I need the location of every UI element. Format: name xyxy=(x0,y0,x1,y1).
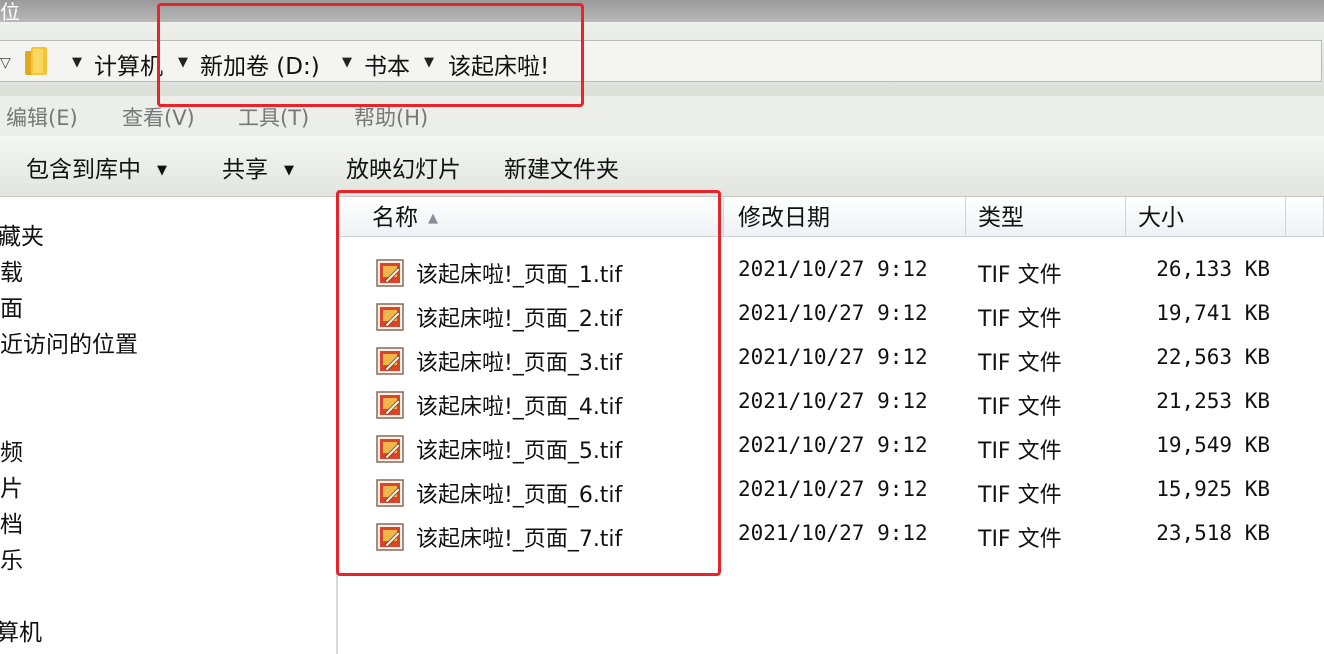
back-dropdown-icon[interactable]: ▽ xyxy=(0,55,11,71)
file-type: TIF 文件 xyxy=(978,351,1062,376)
nav-item-recent-places[interactable]: 近访问的位置 xyxy=(0,325,138,359)
command-bar: 包含到库中 ▼ 共享 ▼ 放映幻灯片 新建文件夹 xyxy=(0,136,1324,197)
file-size: 21,253 KB xyxy=(1156,389,1270,413)
breadcrumb-computer[interactable]: 计算机 xyxy=(94,47,163,81)
file-type: TIF 文件 xyxy=(978,263,1062,288)
share-button[interactable]: 共享 ▼ xyxy=(222,150,294,184)
file-type: TIF 文件 xyxy=(978,395,1062,420)
file-type: TIF 文件 xyxy=(978,527,1062,552)
file-modified: 2021/10/27 9:12 xyxy=(738,477,928,501)
file-modified: 2021/10/27 9:12 xyxy=(738,433,928,457)
file-size: 23,518 KB xyxy=(1156,521,1270,545)
include-in-library-label: 包含到库中 xyxy=(26,157,141,183)
include-in-library-button[interactable]: 包含到库中 ▼ xyxy=(26,150,167,184)
nav-item-music[interactable]: 乐 xyxy=(0,541,23,575)
file-type: TIF 文件 xyxy=(978,307,1062,332)
file-size: 15,925 KB xyxy=(1156,477,1270,501)
file-type: TIF 文件 xyxy=(978,439,1062,464)
file-modified: 2021/10/27 9:12 xyxy=(738,521,928,545)
folder-icon xyxy=(22,45,54,81)
dropdown-arrow-icon: ▼ xyxy=(284,163,294,178)
column-header-filler xyxy=(1286,197,1324,237)
share-label: 共享 xyxy=(222,157,268,183)
column-header-type[interactable]: 类型 xyxy=(966,197,1126,237)
nav-item-videos[interactable]: 频 xyxy=(0,433,23,467)
navigation-pane: 藏夹 载 面 近访问的位置 频 片 档 乐 算机 xyxy=(0,197,338,654)
file-size: 19,741 KB xyxy=(1156,301,1270,325)
column-header-size[interactable]: 大小 xyxy=(1126,197,1286,237)
file-type: TIF 文件 xyxy=(978,483,1062,508)
nav-item-desktop[interactable]: 面 xyxy=(0,289,23,323)
menu-edit[interactable]: 编辑(E) xyxy=(6,102,78,132)
highlight-box-files xyxy=(336,190,721,576)
file-size: 19,549 KB xyxy=(1156,433,1270,457)
column-header-modified[interactable]: 修改日期 xyxy=(724,197,966,237)
slideshow-button[interactable]: 放映幻灯片 xyxy=(346,150,461,184)
breadcrumb-separator-icon[interactable]: ▼ xyxy=(72,55,82,70)
nav-item-favorites[interactable]: 藏夹 xyxy=(0,217,44,251)
highlight-box-address xyxy=(157,3,584,107)
file-size: 26,133 KB xyxy=(1156,257,1270,281)
file-modified: 2021/10/27 9:12 xyxy=(738,345,928,369)
nav-item-computer[interactable]: 算机 xyxy=(0,613,42,647)
nav-item-downloads[interactable]: 载 xyxy=(0,253,23,287)
file-size: 22,563 KB xyxy=(1156,345,1270,369)
file-modified: 2021/10/27 9:12 xyxy=(738,257,928,281)
nav-item-documents[interactable]: 档 xyxy=(0,505,23,539)
nav-item-pictures[interactable]: 片 xyxy=(0,469,23,503)
file-modified: 2021/10/27 9:12 xyxy=(738,389,928,413)
dropdown-arrow-icon: ▼ xyxy=(157,163,167,178)
new-folder-button[interactable]: 新建文件夹 xyxy=(504,150,619,184)
file-modified: 2021/10/27 9:12 xyxy=(738,301,928,325)
